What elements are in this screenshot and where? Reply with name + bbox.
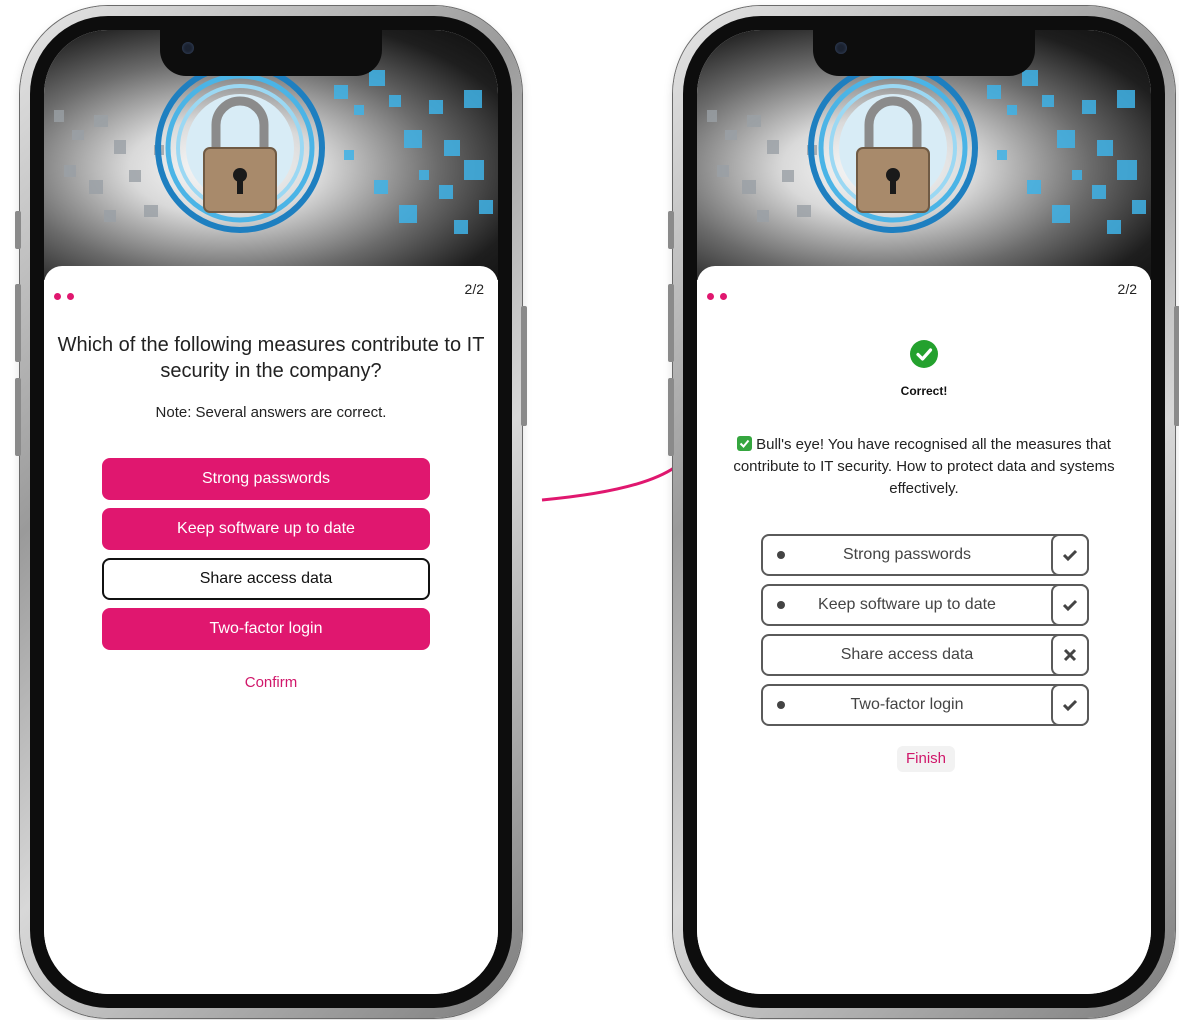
- option-keep-software-updated[interactable]: Keep software up to date: [102, 508, 430, 550]
- camera-icon: [182, 42, 194, 54]
- notch: [160, 30, 382, 76]
- screen: 2/2 Which of the following measures cont…: [44, 30, 498, 994]
- volume-up-button: [15, 284, 21, 362]
- result-row-strong-passwords: Strong passwords: [761, 534, 1089, 576]
- option-strong-passwords[interactable]: Strong passwords: [102, 458, 430, 500]
- result-label: Share access data: [840, 646, 974, 663]
- question-note: Note: Several answers are correct.: [155, 404, 387, 421]
- question-card: 2/2 Which of the following measures cont…: [44, 266, 498, 994]
- phone-frame-result: 2/2 Correct! Bull's eye! You have recogn…: [668, 6, 1179, 1018]
- check-icon: [1051, 584, 1089, 626]
- screen: 2/2 Correct! Bull's eye! You have recogn…: [697, 30, 1151, 994]
- result-row-two-factor-login: Two-factor login: [761, 684, 1089, 726]
- check-box-icon: [737, 436, 753, 451]
- feedback-title: Correct!: [900, 384, 948, 398]
- check-circle-icon: [910, 340, 938, 368]
- selected-bullet-icon: [777, 701, 785, 709]
- camera-icon: [835, 42, 847, 54]
- question-text: Which of the following measures contribu…: [57, 334, 485, 382]
- phone-frame-question: 2/2 Which of the following measures cont…: [15, 6, 527, 1018]
- bezel: 2/2 Correct! Bull's eye! You have recogn…: [683, 16, 1165, 1008]
- cross-icon: [1051, 634, 1089, 676]
- finish-button[interactable]: Finish: [897, 746, 955, 772]
- selected-bullet-icon: [777, 551, 785, 559]
- feedback-text: Bull's eye! You have recognised all the …: [733, 436, 1115, 497]
- selected-bullet-icon: [777, 601, 785, 609]
- result-row-keep-software-updated: Keep software up to date: [761, 584, 1089, 626]
- check-icon: [1051, 684, 1089, 726]
- result-card: 2/2 Correct! Bull's eye! You have recogn…: [697, 266, 1151, 994]
- volume-down-button: [15, 378, 21, 456]
- power-button: [1174, 306, 1179, 426]
- progress-dots: [54, 287, 80, 305]
- notch: [813, 30, 1035, 76]
- power-button: [521, 306, 527, 426]
- question-counter: 2/2: [1117, 281, 1137, 297]
- feedback-message: Bull's eye! You have recognised all the …: [711, 434, 1137, 500]
- volume-down-button: [668, 378, 674, 456]
- result-label: Strong passwords: [842, 546, 972, 563]
- result-row-share-access-data: Share access data: [761, 634, 1089, 676]
- bezel: 2/2 Which of the following measures cont…: [30, 16, 512, 1008]
- volume-up-button: [668, 284, 674, 362]
- result-label: Keep software up to date: [818, 596, 996, 613]
- result-label: Two-factor login: [850, 696, 964, 713]
- check-icon: [1051, 534, 1089, 576]
- progress-dots: [707, 287, 733, 305]
- mute-switch: [15, 211, 21, 249]
- option-share-access-data[interactable]: Share access data: [102, 558, 430, 600]
- option-two-factor-login[interactable]: Two-factor login: [102, 608, 430, 650]
- mute-switch: [668, 211, 674, 249]
- question-counter: 2/2: [464, 281, 484, 297]
- confirm-button[interactable]: Confirm: [44, 674, 498, 691]
